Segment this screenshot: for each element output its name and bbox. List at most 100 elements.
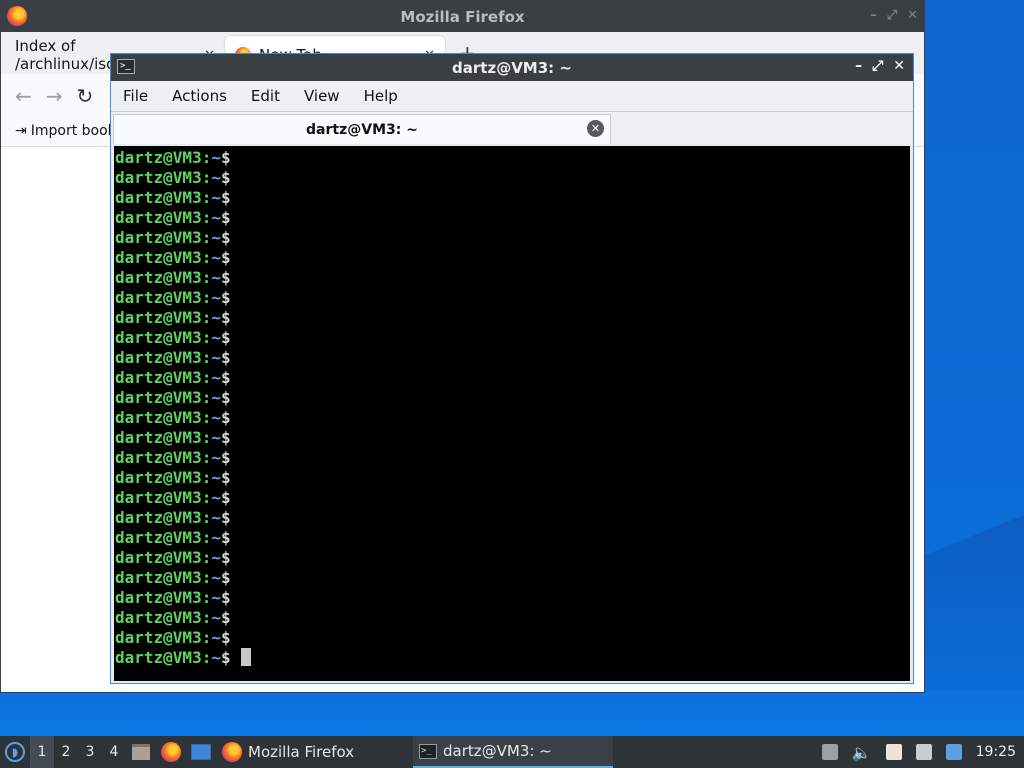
prompt-path: ~ [211,428,221,447]
menu-view[interactable]: View [292,87,352,105]
prompt-line: dartz@VM3:~$ [115,628,910,648]
prompt-symbol: $ [220,628,231,647]
taskbar-task-firefox[interactable]: Mozilla Firefox [216,736,411,768]
forward-arrow-icon[interactable]: → [46,84,63,108]
back-arrow-icon[interactable]: ← [15,84,32,108]
firefox-launcher[interactable] [156,742,186,762]
close-icon[interactable]: ✕ [893,58,905,74]
prompt-separator: : [201,248,212,267]
reload-icon[interactable]: ↻ [77,84,94,108]
prompt-line: dartz@VM3:~$ [115,648,910,668]
prompt-line: dartz@VM3:~$ [115,188,910,208]
prompt-user-host: dartz@VM3 [115,248,202,267]
prompt-separator: : [201,348,212,367]
maximize-icon[interactable]: ⤢ [887,8,897,23]
prompt-separator: : [201,568,212,587]
menu-file[interactable]: File [111,87,160,105]
firefox-window-title: Mozilla Firefox [400,7,525,26]
prompt-separator: : [201,268,212,287]
network-icon[interactable] [915,744,932,760]
prompt-user-host: dartz@VM3 [115,448,202,467]
prompt-symbol: $ [220,608,231,627]
prompt-path: ~ [211,368,221,387]
prompt-separator: : [201,548,212,567]
prompt-symbol: $ [220,228,231,247]
prompt-symbol: $ [220,648,231,667]
prompt-path: ~ [211,408,221,427]
prompt-symbol: $ [220,448,231,467]
workspace-3[interactable]: 3 [78,744,102,760]
prompt-line: dartz@VM3:~$ [115,288,910,308]
prompt-line: dartz@VM3:~$ [115,228,910,248]
prompt-user-host: dartz@VM3 [115,548,202,567]
prompt-symbol: $ [220,248,231,267]
prompt-line: dartz@VM3:~$ [115,268,910,288]
prompt-user-host: dartz@VM3 [115,348,202,367]
update-icon[interactable] [821,744,838,760]
prompt-path: ~ [211,308,221,327]
workspace-2[interactable]: 2 [54,744,78,760]
close-icon[interactable]: ✕ [907,8,918,23]
prompt-line: dartz@VM3:~$ [115,488,910,508]
prompt-line: dartz@VM3:~$ [115,328,910,348]
prompt-user-host: dartz@VM3 [115,388,202,407]
prompt-path: ~ [211,448,221,467]
prompt-symbol: $ [220,268,231,287]
prompt-user-host: dartz@VM3 [115,608,202,627]
firefox-titlebar[interactable]: Mozilla Firefox – ⤢ ✕ [1,1,924,32]
prompt-path: ~ [211,188,221,207]
close-icon[interactable]: ✕ [587,120,604,137]
clock[interactable]: 19:25 [976,744,1016,760]
prompt-symbol: $ [220,428,231,447]
maximize-icon[interactable]: ⤢ [872,58,883,74]
show-desktop-button[interactable] [186,744,216,760]
terminal-tab[interactable]: dartz@VM3: ~ ✕ [113,114,611,144]
menu-actions[interactable]: Actions [160,87,239,105]
prompt-user-host: dartz@VM3 [115,268,202,287]
prompt-user-host: dartz@VM3 [115,168,202,187]
clipboard-icon[interactable] [885,744,902,760]
desktop-icon [191,744,211,760]
terminal-tab-label: dartz@VM3: ~ [306,121,418,138]
prompt-path: ~ [211,168,221,187]
terminal-titlebar[interactable]: >_ dartz@VM3: ~ – ⤢ ✕ [111,54,913,81]
terminal-icon: >_ [117,59,135,74]
prompt-symbol: $ [220,188,231,207]
system-tray: 🔈 19:25 [821,743,1024,762]
terminal-window: >_ dartz@VM3: ~ – ⤢ ✕ File Actions Edit … [110,53,914,684]
prompt-line: dartz@VM3:~$ [115,588,910,608]
minimize-icon[interactable]: – [870,8,877,23]
prompt-path: ~ [211,208,221,227]
minimize-icon[interactable]: – [855,58,862,74]
prompt-separator: : [201,148,212,167]
prompt-user-host: dartz@VM3 [115,568,202,587]
volume-icon[interactable]: 🔈 [852,743,872,762]
start-menu-button[interactable]: ◗ [0,736,30,768]
notification-icon[interactable] [945,744,962,760]
prompt-separator: : [201,368,212,387]
prompt-symbol: $ [220,208,231,227]
prompt-separator: : [201,588,212,607]
menu-edit[interactable]: Edit [239,87,292,105]
prompt-path: ~ [211,248,221,267]
terminal-menubar: File Actions Edit View Help [111,81,913,111]
menu-help[interactable]: Help [352,87,410,105]
prompt-path: ~ [211,348,221,367]
taskbar-task-terminal[interactable]: >_ dartz@VM3: ~ [413,736,613,768]
prompt-user-host: dartz@VM3 [115,308,202,327]
prompt-path: ~ [211,648,221,667]
prompt-separator: : [201,528,212,547]
prompt-separator: : [201,208,212,227]
prompt-path: ~ [211,488,221,507]
workspace-1[interactable]: 1 [30,736,54,768]
terminal-output[interactable]: dartz@VM3:~$ dartz@VM3:~$ dartz@VM3:~$ dart… [114,146,910,681]
prompt-symbol: $ [220,308,231,327]
file-manager-launcher[interactable] [126,744,156,760]
prompt-path: ~ [211,628,221,647]
prompt-symbol: $ [220,588,231,607]
import-bookmarks-button[interactable]: Import bool [31,123,112,139]
prompt-separator: : [201,228,212,247]
workspace-4[interactable]: 4 [102,744,126,760]
prompt-path: ~ [211,508,221,527]
taskbar: ◗ 1 2 3 4 Mozilla Firefox >_ dartz@VM3: … [0,736,1024,768]
